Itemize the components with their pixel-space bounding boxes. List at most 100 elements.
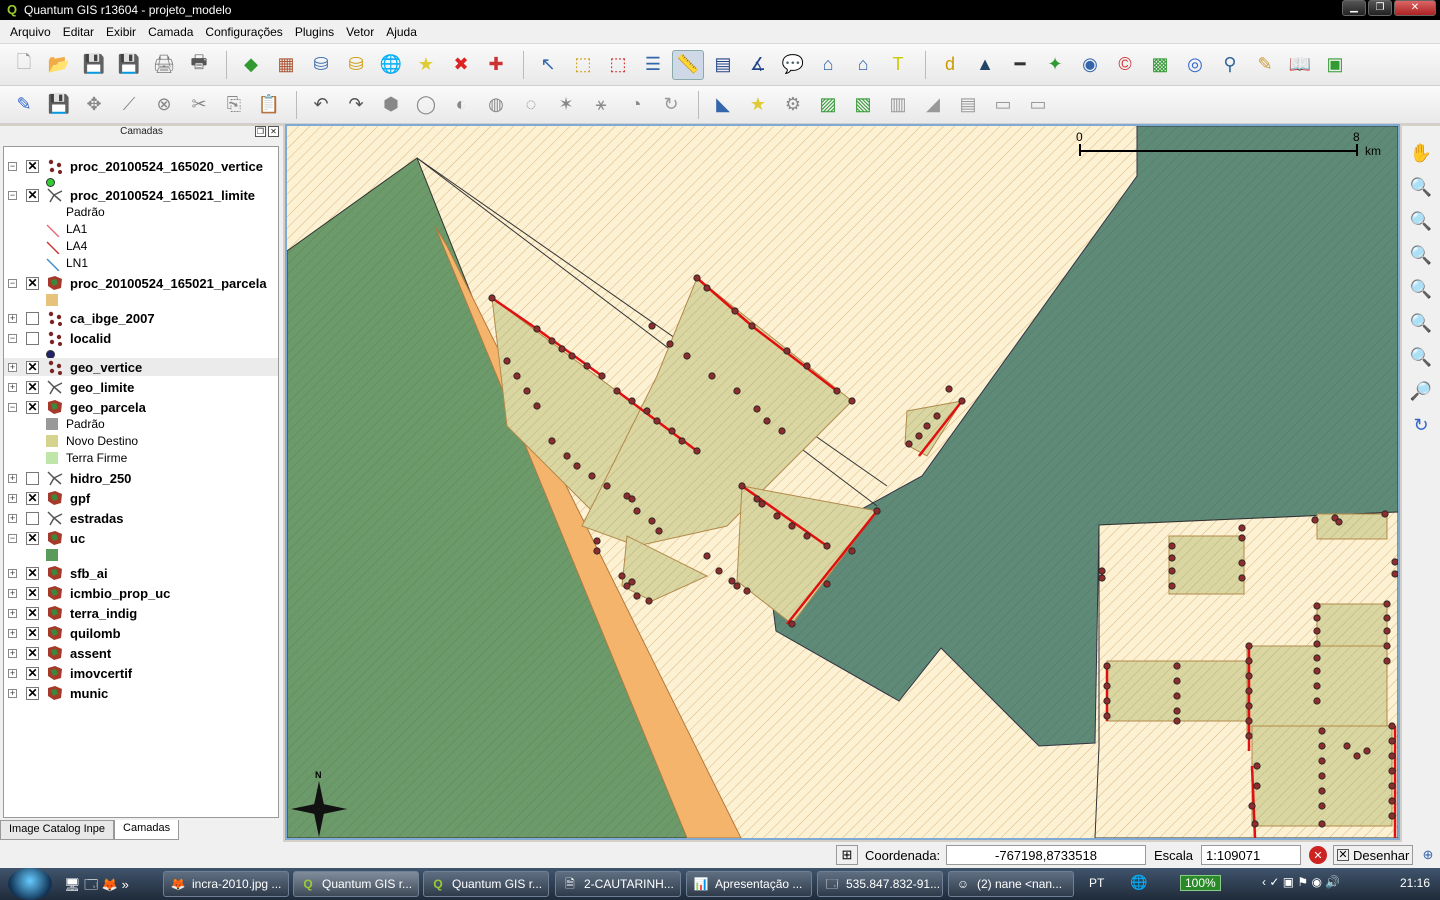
menu-ajuda[interactable]: Ajuda xyxy=(380,25,423,39)
layer-row[interactable]: + estradas xyxy=(4,509,278,527)
menu-vetor[interactable]: Vetor xyxy=(340,25,380,39)
undo-icon[interactable]: ↶ xyxy=(305,90,337,120)
cut-features-icon[interactable]: ✂ xyxy=(183,90,215,120)
open-table-icon[interactable]: ☰ xyxy=(637,50,669,80)
zoom-full-icon[interactable]: 🔍 xyxy=(1408,242,1434,268)
expand-toggle-icon[interactable]: + xyxy=(8,473,17,483)
grass-mapset-icon[interactable]: ▥ xyxy=(882,90,914,120)
reshape-features-icon[interactable]: ✶ xyxy=(550,90,582,120)
image-catalog-icon[interactable]: ▣ xyxy=(1319,50,1351,80)
layer-visibility-checkbox[interactable]: ✕ xyxy=(26,626,39,640)
float-panel-button[interactable]: ❐ xyxy=(255,126,266,137)
battery-indicator[interactable]: 100% xyxy=(1180,875,1221,891)
layer-row[interactable]: + ✕ terra_indig xyxy=(4,604,278,622)
layer-row[interactable]: − ✕ geo_parcela xyxy=(4,398,278,416)
add-postgis-layer-icon[interactable]: ⛁ xyxy=(305,50,337,80)
grass-close-icon[interactable]: ▭ xyxy=(987,90,1019,120)
toggle-editing-icon[interactable]: ✎ xyxy=(8,90,40,120)
layer-row[interactable]: + ✕ icmbio_prop_uc xyxy=(4,584,278,602)
expand-toggle-icon[interactable]: − xyxy=(8,402,17,412)
layer-row[interactable]: + ✕ assent xyxy=(4,644,278,662)
add-wms-layer-icon[interactable]: 🌐 xyxy=(375,50,407,80)
feature-tools-icon[interactable]: ⚙ xyxy=(777,90,809,120)
layer-row[interactable]: + ✕ geo_limite xyxy=(4,378,278,396)
save-as-icon[interactable]: 💾 xyxy=(113,50,145,80)
projection-icon[interactable]: ⊕ xyxy=(1418,845,1438,865)
layer-visibility-checkbox[interactable] xyxy=(26,471,39,485)
expand-toggle-icon[interactable]: + xyxy=(8,362,17,372)
split-features-icon[interactable]: ⚹ xyxy=(585,90,617,120)
layer-visibility-checkbox[interactable]: ✕ xyxy=(26,380,39,394)
expand-toggle-icon[interactable]: + xyxy=(8,493,17,503)
layer-visibility-checkbox[interactable]: ✕ xyxy=(26,606,39,620)
add-ring-icon[interactable]: ◯ xyxy=(410,90,442,120)
quicklaunch-icons[interactable]: 🖥 🗔 🦊 » xyxy=(64,876,129,898)
select-features-icon[interactable]: ⬚ xyxy=(567,50,599,80)
layer-visibility-checkbox[interactable]: ✕ xyxy=(26,586,39,600)
save-project-icon[interactable]: 💾 xyxy=(78,50,110,80)
edit-notes-icon[interactable]: ✎ xyxy=(1249,50,1281,80)
merge-features-icon[interactable]: ◔ xyxy=(620,90,652,120)
redo-icon[interactable]: ↷ xyxy=(340,90,372,120)
map-canvas[interactable]: 0 8 km N xyxy=(285,124,1400,840)
capture-point-icon[interactable]: ✥ xyxy=(78,90,110,120)
minimize-button[interactable]: ▁ xyxy=(1342,0,1366,16)
expand-toggle-icon[interactable]: + xyxy=(8,313,17,323)
delete-ring-icon[interactable]: ◍ xyxy=(480,90,512,120)
pan-icon[interactable]: ✋ xyxy=(1408,140,1434,166)
layer-visibility-checkbox[interactable]: ✕ xyxy=(26,491,39,505)
start-button[interactable] xyxy=(8,868,52,900)
render-checkbox[interactable]: ✕ Desenhar xyxy=(1333,845,1414,865)
taskbar-app-qgis-2[interactable]: Q Quantum GIS r... xyxy=(423,871,549,897)
layer-row[interactable]: + ✕ munic xyxy=(4,684,278,702)
browser-tray-icon[interactable]: 🌐 xyxy=(1130,874,1147,891)
close-panel-button[interactable]: ✕ xyxy=(268,126,279,137)
open-project-icon[interactable]: 📂 xyxy=(43,50,75,80)
menu-editar[interactable]: Editar xyxy=(57,25,100,39)
grass-region-icon[interactable]: ▨ xyxy=(812,90,844,120)
menu-exibir[interactable]: Exibir xyxy=(100,25,142,39)
expand-toggle-icon[interactable]: + xyxy=(8,608,17,618)
new-project-icon[interactable]: 🗋 xyxy=(8,50,40,80)
layer-visibility-checkbox[interactable]: ✕ xyxy=(26,566,39,580)
layer-row[interactable]: + ✕ geo_vertice xyxy=(4,358,278,376)
copy-features-icon[interactable]: ⎘ xyxy=(218,90,250,120)
new-bookmark-icon[interactable]: ⌂ xyxy=(812,50,844,80)
layer-row[interactable]: − ✕ proc_20100524_165020_vertice xyxy=(4,157,278,175)
expand-toggle-icon[interactable]: + xyxy=(8,688,17,698)
text-annotation-icon[interactable]: T xyxy=(882,50,914,80)
grass-new-icon[interactable]: ▤ xyxy=(952,90,984,120)
print-composer-icon[interactable]: 🖨 xyxy=(148,50,180,80)
expand-toggle-icon[interactable]: − xyxy=(8,333,17,343)
layer-row[interactable]: − ✕ proc_20100524_165021_limite xyxy=(4,186,278,204)
refresh-icon[interactable]: ↻ xyxy=(1408,412,1434,438)
rotate-symbols-icon[interactable]: ↻ xyxy=(655,90,687,120)
map-tips-icon[interactable]: 💬 xyxy=(777,50,809,80)
tab-image-catalog[interactable]: Image Catalog Inpe xyxy=(0,820,115,840)
zoom-to-layer-icon[interactable]: 🔍 xyxy=(1408,310,1434,336)
expand-toggle-icon[interactable]: − xyxy=(8,533,17,543)
layer-visibility-checkbox[interactable]: ✕ xyxy=(26,531,39,545)
add-vector-layer-icon[interactable]: ◆ xyxy=(235,50,267,80)
layer-visibility-checkbox[interactable]: ✕ xyxy=(26,400,39,414)
zoom-last-icon[interactable]: 🔍 xyxy=(1408,344,1434,370)
identify-icon[interactable]: ↖ xyxy=(532,50,564,80)
layer-tree[interactable]: − ✕ proc_20100524_165020_vertice − ✕ proc_201… xyxy=(3,146,279,818)
layer-row[interactable]: + hidro_250 xyxy=(4,469,278,487)
menu-camada[interactable]: Camada xyxy=(142,25,199,39)
expand-toggle-icon[interactable]: − xyxy=(8,278,17,288)
layer-row[interactable]: − ✕ uc xyxy=(4,529,278,547)
toggle-extents-icon[interactable]: ⊞ xyxy=(836,845,858,865)
expand-toggle-icon[interactable]: − xyxy=(8,190,17,200)
show-bookmarks-icon[interactable]: ⌂ xyxy=(847,50,879,80)
layer-visibility-checkbox[interactable]: ✕ xyxy=(26,360,39,374)
layer-visibility-checkbox[interactable]: ✕ xyxy=(26,646,39,660)
layer-visibility-checkbox[interactable] xyxy=(26,311,39,325)
taskbar-app-incra[interactable]: 🦊 incra-2010.jpg ... xyxy=(163,871,289,897)
menu-configuracoes[interactable]: Configurações xyxy=(199,25,288,39)
layer-row[interactable]: + ✕ sfb_ai xyxy=(4,564,278,582)
remove-layer-icon[interactable]: ✖ xyxy=(445,50,477,80)
expand-toggle-icon[interactable]: + xyxy=(8,668,17,678)
coordinate-capture-icon[interactable]: ◎ xyxy=(1179,50,1211,80)
taskbar-app-535[interactable]: 🗔 535.847.832-91... xyxy=(817,871,943,897)
